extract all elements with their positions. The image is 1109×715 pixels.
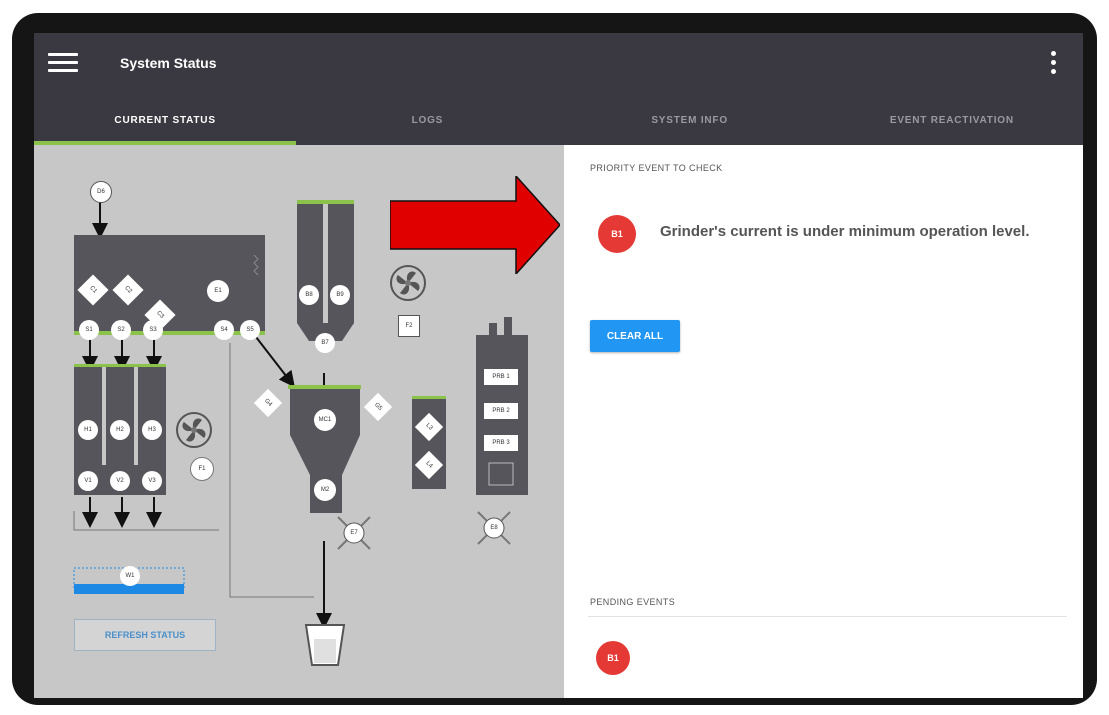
node-H2[interactable]: H2 xyxy=(110,420,130,440)
node-B8[interactable]: B8 xyxy=(299,285,319,305)
app-bar: System Status xyxy=(34,33,1083,105)
node-MC1[interactable]: MC1 xyxy=(314,409,336,431)
pending-event-badge[interactable]: B1 xyxy=(596,641,630,675)
refresh-status-button[interactable]: REFRESH STATUS xyxy=(74,619,216,651)
priority-event-badge[interactable]: B1 xyxy=(598,215,636,253)
red-arrow-annotation xyxy=(390,176,560,274)
node-D6[interactable]: D6 xyxy=(90,181,112,203)
fan-icon[interactable]: F1 xyxy=(190,457,214,481)
tall-box-label-1: PRB 1 xyxy=(492,374,510,380)
app-title: System Status xyxy=(120,55,217,71)
node-E1[interactable]: E1 xyxy=(207,280,229,302)
tab-event-reactivation[interactable]: EVENT REACTIVATION xyxy=(821,105,1083,145)
node-V1[interactable]: V1 xyxy=(78,471,98,491)
node-E8[interactable]: E8 xyxy=(486,520,502,536)
hamburger-menu-icon[interactable] xyxy=(48,50,78,76)
node-B7[interactable]: B7 xyxy=(315,333,335,353)
tab-bar: CURRENT STATUS LOGS SYSTEM INFO EVENT RE… xyxy=(34,105,1083,145)
fan-icon[interactable]: F2 xyxy=(398,315,420,337)
priority-event-label: PRIORITY EVENT TO CHECK xyxy=(590,163,723,173)
node-S2[interactable]: S2 xyxy=(111,320,131,340)
cup-icon xyxy=(306,625,344,665)
node-W1[interactable]: W1 xyxy=(120,566,140,586)
node-B9[interactable]: B9 xyxy=(330,285,350,305)
app-screen: System Status CURRENT STATUS LOGS SYSTEM… xyxy=(34,33,1083,698)
priority-event-message: Grinder's current is under minimum opera… xyxy=(660,223,1030,240)
tab-system-info[interactable]: SYSTEM INFO xyxy=(559,105,821,145)
pending-events-label: PENDING EVENTS xyxy=(590,597,676,607)
node-S3[interactable]: S3 xyxy=(143,320,163,340)
node-S4[interactable]: S4 xyxy=(214,320,234,340)
node-S5[interactable]: S5 xyxy=(240,320,260,340)
node-M2[interactable]: M2 xyxy=(314,479,336,501)
tab-logs[interactable]: LOGS xyxy=(296,105,558,145)
node-S1[interactable]: S1 xyxy=(79,320,99,340)
pending-divider xyxy=(588,616,1067,617)
status-panel: PRIORITY EVENT TO CHECK B1 Grinder's cur… xyxy=(564,145,1083,698)
more-vertical-icon[interactable] xyxy=(1049,51,1057,79)
clear-all-button[interactable]: CLEAR ALL xyxy=(590,320,680,352)
tall-box-label-3: PRB 3 xyxy=(492,440,510,446)
tab-current-status[interactable]: CURRENT STATUS xyxy=(34,105,297,145)
tall-box-label-2: PRB 2 xyxy=(492,408,510,414)
node-H3[interactable]: H3 xyxy=(142,420,162,440)
node-E7[interactable]: E7 xyxy=(346,525,362,541)
node-H1[interactable]: H1 xyxy=(78,420,98,440)
node-V3[interactable]: V3 xyxy=(142,471,162,491)
node-V2[interactable]: V2 xyxy=(110,471,130,491)
